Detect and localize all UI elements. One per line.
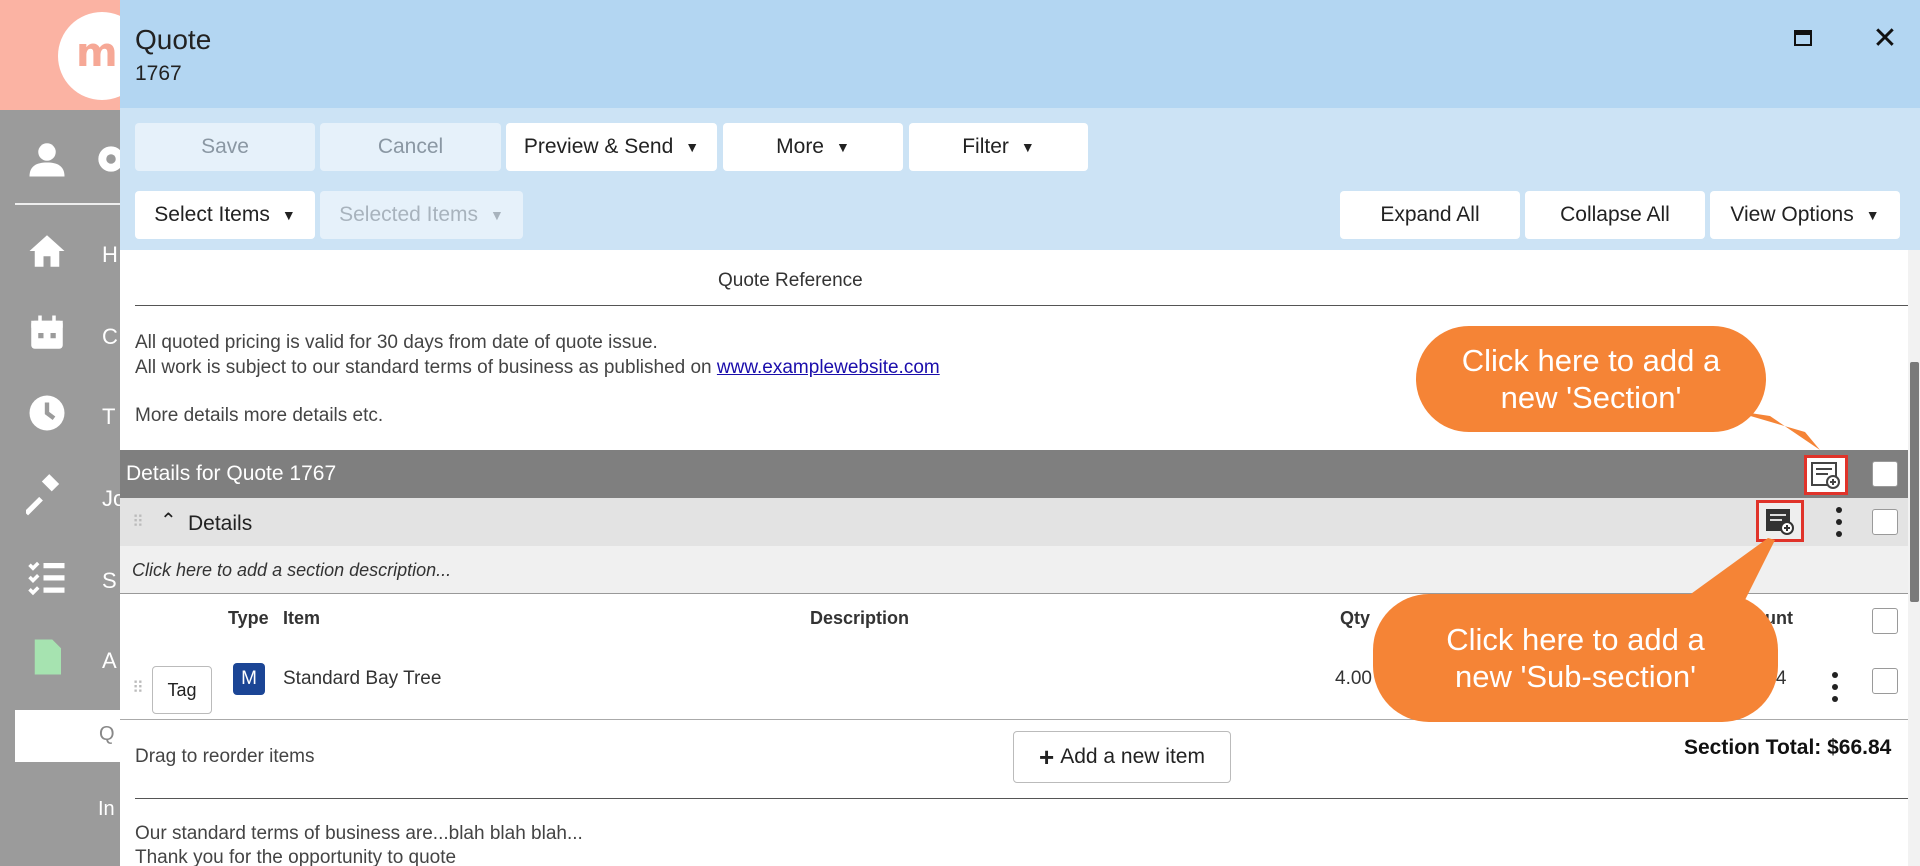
item-name[interactable]: Standard Bay Tree: [283, 668, 441, 690]
subsection-menu-icon[interactable]: [1834, 507, 1844, 537]
select-items-button[interactable]: Select Items ▼: [135, 191, 315, 239]
more-button[interactable]: More ▼: [723, 123, 903, 171]
item-qty[interactable]: 4.00: [1335, 668, 1372, 690]
add-subsection-icon: [1766, 509, 1794, 535]
gavel-icon[interactable]: [26, 474, 68, 516]
cancel-button[interactable]: Cancel: [320, 123, 501, 171]
terms-line-text: All work is subject to our standard term…: [135, 357, 717, 378]
expand-all-button[interactable]: Expand All: [1340, 191, 1520, 239]
quote-reference-label: Quote Reference: [718, 270, 863, 291]
caret-down-icon: ▼: [281, 207, 296, 223]
caret-down-icon: ▼: [1020, 139, 1035, 155]
add-section-icon: [1811, 462, 1840, 489]
modal-title: Quote: [135, 24, 212, 55]
add-subsection-button[interactable]: [1756, 500, 1804, 542]
filter-button[interactable]: Filter ▼: [909, 123, 1088, 171]
terms-link[interactable]: www.examplewebsite.com: [717, 357, 940, 378]
chevron-up-icon[interactable]: ⌃: [160, 508, 177, 533]
subsection-header: ⠿ ⌃ Details: [120, 498, 1908, 546]
callout-text: Click here to add a new 'Section': [1461, 343, 1721, 415]
home-icon[interactable]: [26, 230, 68, 272]
subsection-title[interactable]: Details: [188, 512, 252, 536]
sidebar-item-label[interactable]: H: [102, 242, 118, 268]
column-header-type: Type: [228, 608, 269, 628]
checklist-icon[interactable]: [26, 556, 68, 598]
item-select-checkbox[interactable]: [1872, 668, 1898, 694]
drag-handle-icon[interactable]: ⠿: [132, 512, 144, 532]
plus-icon: +: [1039, 741, 1055, 772]
modal-header: Quote 1767 ✕: [120, 0, 1920, 108]
section-select-checkbox[interactable]: [1872, 461, 1898, 487]
footer-line: Thank you for the opportunity to quote: [135, 847, 457, 866]
select-all-items-checkbox[interactable]: [1872, 608, 1898, 634]
sidebar-item-label[interactable]: S: [102, 568, 117, 594]
add-item-button[interactable]: + Add a new item: [1013, 731, 1231, 783]
divider: [135, 798, 1908, 799]
caret-down-icon: ▼: [836, 139, 850, 155]
caret-down-icon: ▼: [685, 139, 700, 155]
section-title[interactable]: Details for Quote 1767: [126, 462, 336, 486]
section-description[interactable]: Click here to add a section description.…: [120, 546, 1908, 594]
add-section-button[interactable]: [1804, 455, 1848, 495]
callout-add-section: Click here to add a new 'Section': [1416, 326, 1766, 432]
section-total: Section Total: $66.84: [1684, 736, 1892, 759]
callout-text: Click here to add a new 'Sub-section': [1446, 622, 1705, 694]
caret-down-icon: ▼: [490, 207, 504, 223]
caret-down-icon: ▼: [1865, 207, 1880, 223]
view-options-button[interactable]: View Options ▼: [1710, 191, 1900, 239]
column-header-description: Description: [810, 608, 910, 628]
sidebar-item-active[interactable]: Q: [15, 710, 130, 762]
item-menu-icon[interactable]: [1830, 672, 1840, 702]
terms-line: All work is subject to our standard term…: [135, 355, 940, 380]
divider: [135, 305, 1920, 306]
sidebar-item-label[interactable]: In: [98, 798, 115, 821]
terms-line: All quoted pricing is valid for 30 days …: [135, 332, 658, 353]
subsection-select-checkbox[interactable]: [1872, 509, 1898, 535]
modal-subtitle: 1767: [135, 62, 182, 85]
sidebar-item-label[interactable]: C: [102, 324, 118, 350]
footer-line: Our standard terms of business are...bla…: [135, 823, 583, 844]
sidebar-item-label[interactable]: T: [102, 404, 115, 430]
drag-handle-icon[interactable]: ⠿: [132, 678, 144, 698]
item-type-badge: M: [233, 663, 265, 695]
close-icon[interactable]: ✕: [1870, 24, 1900, 54]
drag-note: Drag to reorder items: [135, 746, 315, 767]
column-header-qty: Qty: [1340, 608, 1371, 628]
collapse-all-button[interactable]: Collapse All: [1525, 191, 1705, 239]
user-icon[interactable]: [26, 138, 68, 180]
selected-items-button[interactable]: Selected Items ▼: [320, 191, 523, 239]
maximize-icon[interactable]: [1792, 28, 1814, 50]
clock-icon[interactable]: [26, 392, 68, 434]
tag-button[interactable]: Tag: [152, 666, 212, 714]
scrollbar-thumb[interactable]: [1910, 362, 1919, 602]
callout-add-subsection: Click here to add a new 'Sub-section': [1373, 594, 1778, 722]
toolbar: Save Cancel Preview & Send ▼ More ▼ Filter…: [120, 108, 1920, 250]
preview-send-button[interactable]: Preview & Send ▼: [506, 123, 717, 171]
save-button[interactable]: Save: [135, 123, 315, 171]
calendar-icon[interactable]: [26, 312, 68, 354]
sidebar-item-label[interactable]: A: [102, 648, 117, 674]
terms-text: All quoted pricing is valid for 30 days …: [135, 330, 940, 380]
section-header: Details for Quote 1767: [120, 450, 1908, 498]
more-details-text: More details more details etc.: [135, 405, 384, 426]
document-icon[interactable]: [26, 636, 68, 678]
section-description-placeholder[interactable]: Click here to add a section description.…: [132, 560, 451, 581]
footer-terms: Our standard terms of business are...bla…: [135, 822, 583, 866]
column-header-item: Item: [283, 608, 321, 628]
quote-modal: Quote 1767 ✕ Save Cancel Preview & Send ▼…: [120, 0, 1920, 866]
sidebar-divider: [15, 203, 130, 205]
